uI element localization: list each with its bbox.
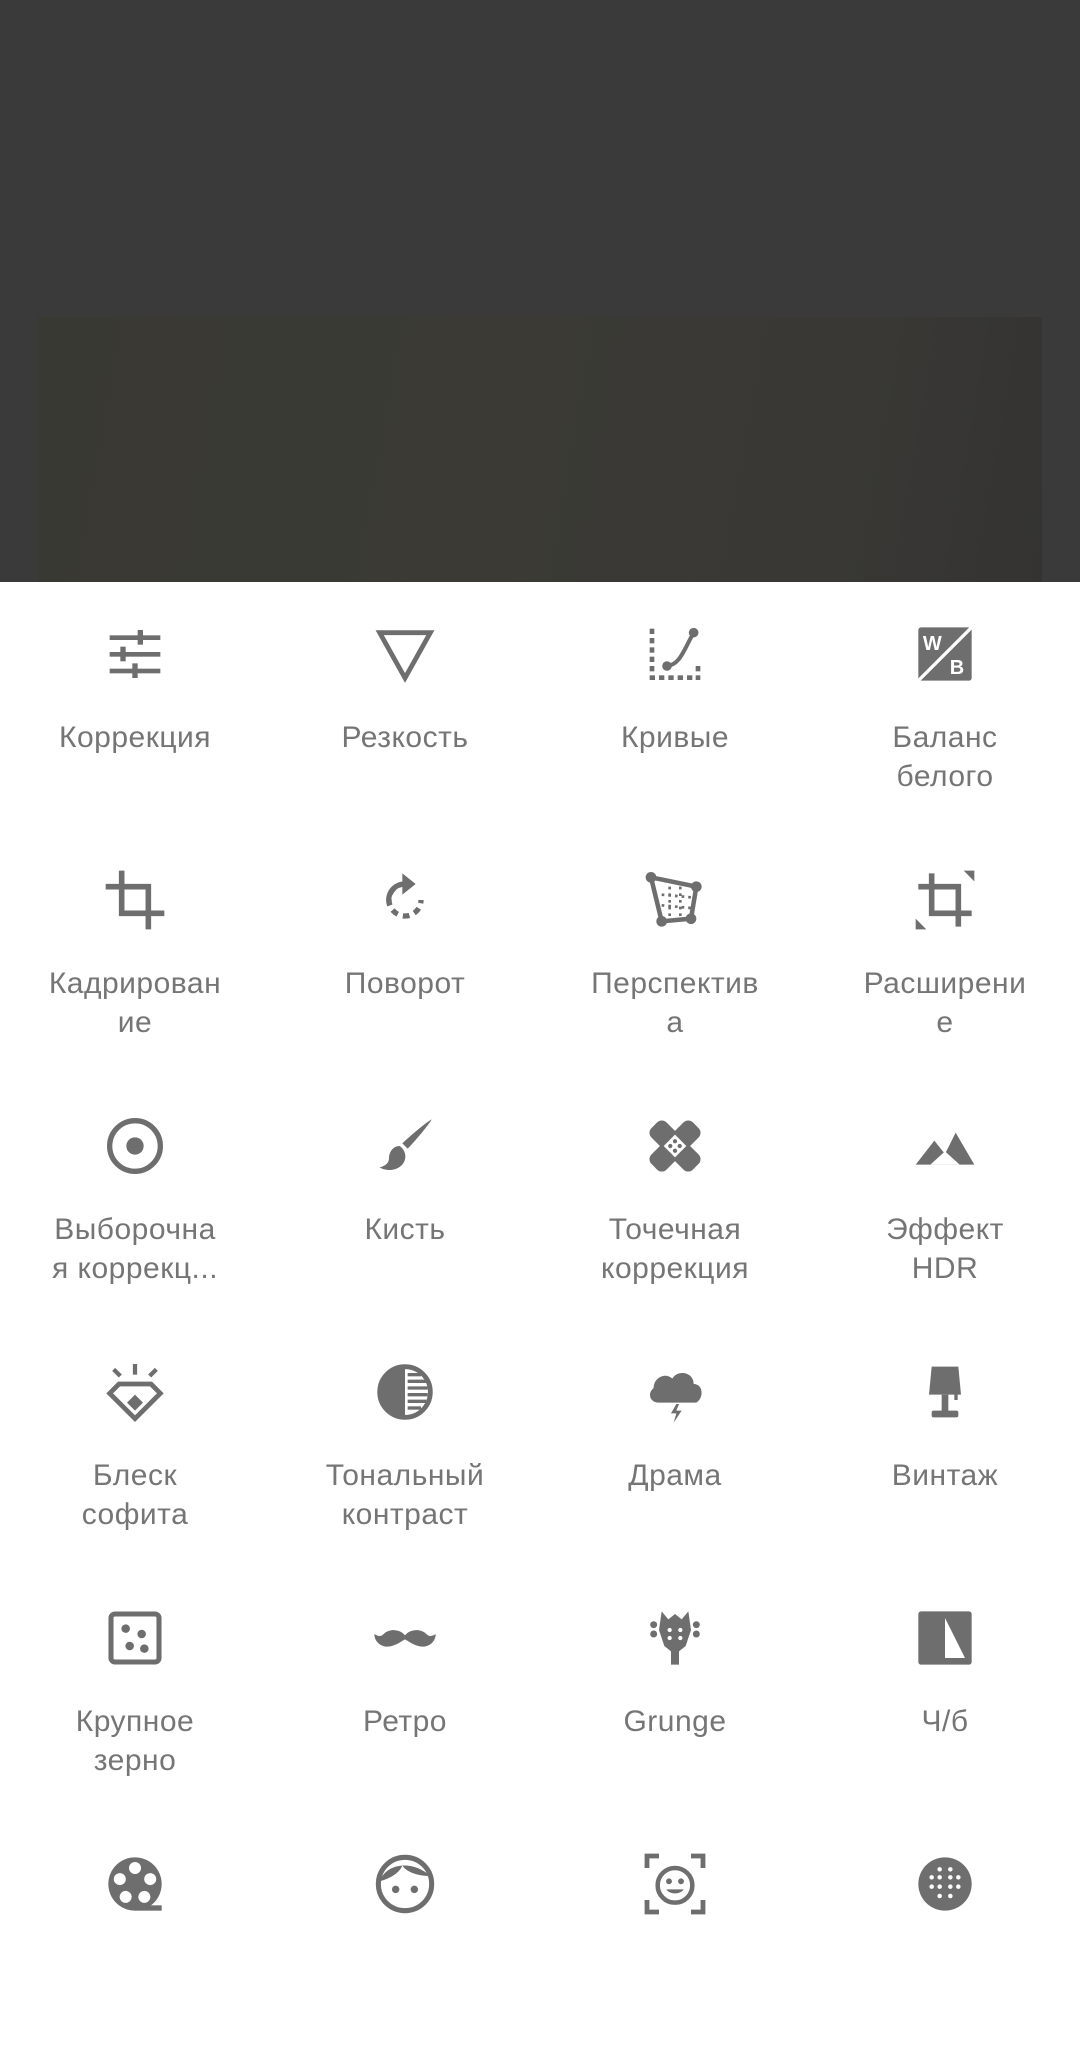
tool-lens-blur[interactable] [810, 1812, 1080, 2058]
face-frame-icon [643, 1852, 707, 1916]
tool-retro[interactable]: Ретро [270, 1566, 540, 1812]
triangle-down-icon [373, 622, 437, 686]
expand-icon [913, 868, 977, 932]
photo-preview [0, 0, 1080, 582]
tool-label: Эффект HDR [886, 1213, 1004, 1285]
tool-label: Точечная коррекция [600, 1213, 749, 1285]
svg-text:B: B [950, 657, 964, 679]
tool-portrait[interactable] [270, 1812, 540, 2058]
target-icon [103, 1114, 167, 1178]
tool-tune[interactable]: Коррекция [0, 582, 270, 828]
tool-label: Винтаж [891, 1459, 999, 1492]
sliders-icon [103, 622, 167, 686]
tool-bw[interactable]: Ч/б [810, 1566, 1080, 1812]
svg-text:W: W [923, 633, 942, 655]
tool-label: Grunge [623, 1705, 727, 1738]
tool-label: Расширени е [863, 967, 1027, 1039]
tool-label: Ч/б [921, 1705, 969, 1738]
tool-label: Выборочна я коррекц... [51, 1213, 219, 1285]
tool-head-pose[interactable] [540, 1812, 810, 2058]
tool-curves[interactable]: Кривые [540, 582, 810, 828]
tool-label: Перспектив а [591, 967, 759, 1039]
tool-label: Крупное зерно [75, 1705, 195, 1777]
tonal-icon [373, 1360, 437, 1424]
grain-icon [103, 1606, 167, 1670]
face-icon [373, 1852, 437, 1916]
tool-label: Кадрирован ие [48, 967, 222, 1039]
curve-icon [643, 622, 707, 686]
tool-label: Ретро [363, 1705, 447, 1738]
bandage-icon [643, 1114, 707, 1178]
guitar-icon [643, 1606, 707, 1670]
crop-icon [103, 868, 167, 932]
tool-hdr[interactable]: Эффект HDR [810, 1074, 1080, 1320]
tool-label: Баланс белого [892, 721, 998, 793]
tool-label: Драма [628, 1459, 722, 1492]
rotate-icon [373, 868, 437, 932]
tool-label: Кисть [364, 1213, 446, 1246]
cloud-icon [643, 1360, 707, 1424]
tool-brush[interactable]: Кисть [270, 1074, 540, 1320]
tool-label: Кривые [620, 721, 730, 754]
perspective-icon [643, 868, 707, 932]
tool-rotate[interactable]: Поворот [270, 828, 540, 1074]
photo-image [38, 317, 1042, 582]
tool-label: Блеск софита [81, 1459, 189, 1531]
tool-healing[interactable]: Точечная коррекция [540, 1074, 810, 1320]
tool-noir[interactable] [0, 1812, 270, 2058]
tool-grain[interactable]: Крупное зерно [0, 1566, 270, 1812]
tool-glamour[interactable]: Блеск софита [0, 1320, 270, 1566]
tool-white-balance[interactable]: W B Баланс белого [810, 582, 1080, 828]
tool-label: Резкость [341, 721, 469, 754]
tool-expand[interactable]: Расширени е [810, 828, 1080, 1074]
tools-panel: Коррекция Резкость Кривые W B Баланс белого Ка… [0, 582, 1080, 1920]
wb-icon: WB [913, 622, 977, 686]
tool-crop[interactable]: Кадрирован ие [0, 828, 270, 1074]
bw-icon [913, 1606, 977, 1670]
tool-details[interactable]: Резкость [270, 582, 540, 828]
tool-drama[interactable]: Драма [540, 1320, 810, 1566]
film-reel-icon [103, 1852, 167, 1916]
tool-selective[interactable]: Выборочна я коррекц... [0, 1074, 270, 1320]
brush-icon [373, 1114, 437, 1178]
tool-vintage[interactable]: Винтаж [810, 1320, 1080, 1566]
tool-label: Коррекция [58, 721, 212, 754]
tool-perspective[interactable]: Перспектив а [540, 828, 810, 1074]
mountain-icon [913, 1114, 977, 1178]
diamond-icon [103, 1360, 167, 1424]
tool-grunge[interactable]: Grunge [540, 1566, 810, 1812]
mustache-icon [373, 1606, 437, 1670]
tool-tonal[interactable]: Тональный контраст [270, 1320, 540, 1566]
tool-label: Тональный контраст [325, 1459, 485, 1531]
tool-label: Поворот [344, 967, 466, 1000]
lamp-icon [913, 1360, 977, 1424]
dots-circle-icon [913, 1852, 977, 1916]
